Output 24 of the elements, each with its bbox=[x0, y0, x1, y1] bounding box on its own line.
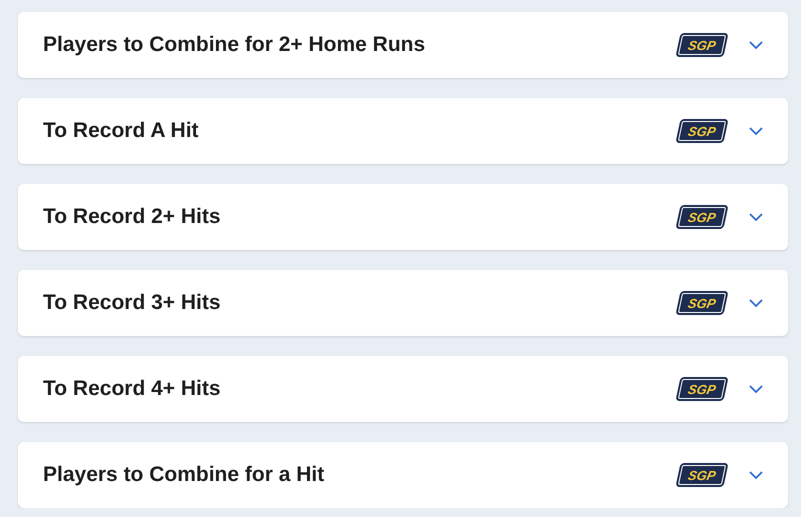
market-card[interactable]: To Record 2+ Hits SGP bbox=[18, 184, 788, 250]
market-card[interactable]: To Record 4+ Hits SGP bbox=[18, 356, 788, 422]
market-title: To Record 2+ Hits bbox=[43, 205, 222, 229]
sgp-badge: SGP bbox=[675, 33, 729, 57]
market-title: Players to Combine for a Hit bbox=[43, 463, 326, 487]
market-title: Players to Combine for 2+ Home Runs bbox=[43, 33, 426, 57]
market-title: To Record 4+ Hits bbox=[43, 377, 222, 401]
sgp-badge: SGP bbox=[675, 377, 729, 401]
sgp-badge: SGP bbox=[675, 291, 729, 315]
chevron-down-icon bbox=[749, 384, 763, 394]
chevron-down-icon bbox=[749, 212, 763, 222]
chevron-down-icon bbox=[749, 298, 763, 308]
chevron-down-icon bbox=[749, 40, 763, 50]
market-title: To Record A Hit bbox=[43, 119, 200, 143]
sgp-badge: SGP bbox=[675, 463, 729, 487]
market-title: To Record 3+ Hits bbox=[43, 291, 222, 315]
market-card[interactable]: Players to Combine for a Hit SGP bbox=[18, 442, 788, 508]
market-card[interactable]: Players to Combine for 2+ Home Runs SGP bbox=[18, 12, 788, 78]
chevron-down-icon bbox=[749, 470, 763, 480]
chevron-down-icon bbox=[749, 126, 763, 136]
sgp-badge: SGP bbox=[675, 119, 729, 143]
market-card[interactable]: To Record 3+ Hits SGP bbox=[18, 270, 788, 336]
sgp-badge: SGP bbox=[675, 205, 729, 229]
market-card[interactable]: To Record A Hit SGP bbox=[18, 98, 788, 164]
